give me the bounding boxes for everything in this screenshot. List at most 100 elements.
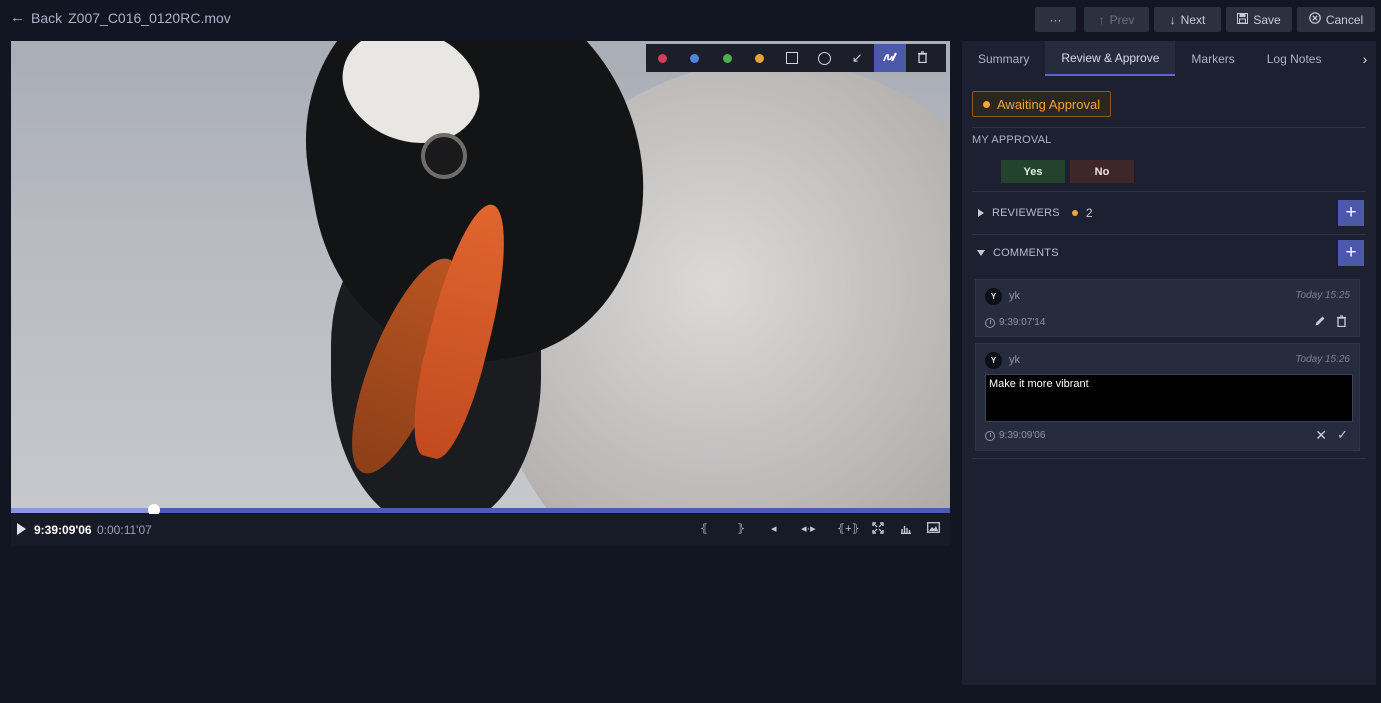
clock-icon	[985, 317, 995, 328]
divider	[972, 191, 1366, 192]
more-button[interactable]: ···	[1035, 7, 1076, 32]
close-circle-icon	[1309, 12, 1321, 27]
comment-timecode[interactable]: 9:39:09'06	[985, 430, 1045, 441]
divider	[972, 458, 1366, 459]
add-reviewer-button[interactable]: +	[1338, 200, 1364, 226]
comment-text-input[interactable]	[985, 374, 1353, 422]
panel-tabs: Summary Review & Approve Markers Log Not…	[962, 41, 1376, 76]
tab-log-notes[interactable]: Log Notes	[1251, 41, 1338, 76]
avatar: Y	[985, 352, 1002, 369]
cancel-button[interactable]: Cancel	[1297, 7, 1375, 32]
comment-timecode-text: 9:39:09'06	[999, 430, 1046, 441]
cancel-label: Cancel	[1325, 12, 1364, 27]
checkmark-icon[interactable]: ✓	[1337, 427, 1348, 443]
comment-timecode[interactable]: 9:39:07'14	[985, 317, 1045, 328]
next-button[interactable]: ↓ Next	[1154, 7, 1221, 32]
color-dot-green	[722, 53, 732, 63]
play-range-icon[interactable]: ◂·▸	[801, 522, 816, 535]
reviewers-count: 2	[1085, 206, 1093, 220]
color-blue-button[interactable]	[679, 44, 712, 72]
current-timecode: 9:39:09'06	[34, 523, 92, 537]
comment-time: Today 15:25	[1295, 290, 1350, 301]
edit-icon[interactable]	[1314, 315, 1326, 330]
ellipse-tool-button[interactable]	[809, 44, 842, 72]
tab-review-approve[interactable]: Review & Approve	[1045, 41, 1176, 76]
floppy-disk-icon	[1237, 12, 1249, 27]
annotation-toolbar: ↙	[646, 44, 946, 72]
divider	[972, 234, 1366, 235]
freehand-tool-button[interactable]	[873, 44, 906, 72]
freehand-draw-icon	[882, 50, 898, 67]
fullscreen-icon[interactable]	[872, 522, 884, 537]
video-frame[interactable]	[11, 41, 950, 509]
arrow-left-icon: ←	[10, 9, 25, 26]
my-approval-label: MY APPROVAL	[972, 134, 1052, 146]
color-red-button[interactable]	[646, 44, 679, 72]
duration-timecode: 0:00:11'07	[97, 523, 152, 537]
color-orange-button[interactable]	[744, 44, 777, 72]
status-dot	[983, 100, 990, 108]
reviewers-section-header[interactable]: REVIEWERS 2	[972, 200, 1366, 226]
comment-item-editing: Y yk Today 15:26 9:39:09'06 ✕ ✓	[975, 343, 1360, 451]
penguin-eye	[421, 133, 467, 179]
save-button[interactable]: Save	[1226, 7, 1292, 32]
playback-controls: 9:39:09'06 0:00:11'07 ⦃ ⦄ ◂ ◂·▸ ⦃+⦄	[11, 514, 950, 546]
reviewers-status-dot	[1071, 210, 1078, 216]
comments-section-header[interactable]: COMMENTS	[972, 240, 1366, 266]
status-text: Awaiting Approval	[997, 96, 1101, 112]
arrow-up-icon: ↑	[1098, 12, 1105, 27]
file-name: Z007_C016_0120RC.mov	[68, 9, 231, 26]
caret-down-icon[interactable]	[977, 250, 985, 256]
delete-drawing-button[interactable]	[906, 44, 939, 72]
arrow-down-icon: ↓	[1169, 12, 1176, 27]
image-snapshot-icon[interactable]	[927, 522, 940, 536]
loop-range-icon[interactable]: ⦃+⦄	[837, 522, 860, 535]
approve-yes-button[interactable]: Yes	[1001, 160, 1065, 183]
play-icon[interactable]	[17, 523, 26, 535]
caret-right-icon[interactable]	[978, 209, 984, 217]
color-dot-blue	[690, 53, 700, 63]
comment-item: Y yk Today 15:25 9:39:07'14	[975, 279, 1360, 337]
circle-icon	[818, 51, 832, 65]
add-comment-button[interactable]: +	[1338, 240, 1364, 266]
mark-out-icon[interactable]: ⦄	[737, 522, 745, 535]
prev-button[interactable]: ↑ Prev	[1084, 7, 1149, 32]
scrubber-track[interactable]	[11, 504, 950, 516]
tab-summary[interactable]: Summary	[962, 41, 1045, 76]
divider	[972, 127, 1366, 128]
scrubber-fill	[11, 508, 154, 513]
save-label: Save	[1253, 12, 1281, 27]
arrow-down-left-icon: ↙	[851, 50, 863, 65]
reviewers-label: REVIEWERS	[992, 207, 1060, 219]
top-bar: ← Back Z007_C016_0120RC.mov ··· ↑ Prev ↓…	[0, 0, 1381, 38]
back-label: Back	[31, 9, 63, 26]
audio-levels-icon[interactable]	[900, 522, 912, 537]
comments-label: COMMENTS	[993, 247, 1059, 259]
close-icon[interactable]: ✕	[1315, 427, 1327, 444]
comment-time: Today 15:26	[1295, 354, 1350, 365]
approve-no-button[interactable]: No	[1070, 160, 1134, 183]
comment-timecode-text: 9:39:07'14	[999, 317, 1046, 328]
tab-markers[interactable]: Markers	[1175, 41, 1250, 76]
clock-icon	[985, 430, 995, 441]
chevron-right-icon[interactable]: ›	[1354, 41, 1376, 76]
status-badge: Awaiting Approval	[972, 91, 1112, 117]
color-green-button[interactable]	[711, 44, 744, 72]
trash-icon[interactable]	[1336, 315, 1347, 330]
back-button[interactable]: ← Back Z007_C016_0120RC.mov	[10, 9, 231, 26]
mark-in-icon[interactable]: ⦃	[700, 522, 708, 535]
color-dot-red	[657, 53, 667, 63]
more-icon: ···	[1049, 12, 1062, 27]
color-dot-orange	[755, 53, 765, 63]
next-label: Next	[1180, 12, 1206, 27]
prev-label: Prev	[1109, 12, 1135, 27]
comment-author: yk	[1009, 354, 1020, 366]
step-back-icon[interactable]: ◂	[771, 522, 777, 535]
trash-icon	[917, 50, 928, 66]
avatar: Y	[985, 288, 1002, 305]
review-panel: Summary Review & Approve Markers Log Not…	[962, 41, 1376, 685]
arrow-tool-button[interactable]: ↙	[841, 44, 874, 72]
comment-author: yk	[1009, 290, 1020, 302]
rectangle-tool-button[interactable]	[776, 44, 809, 72]
square-icon	[786, 52, 799, 64]
